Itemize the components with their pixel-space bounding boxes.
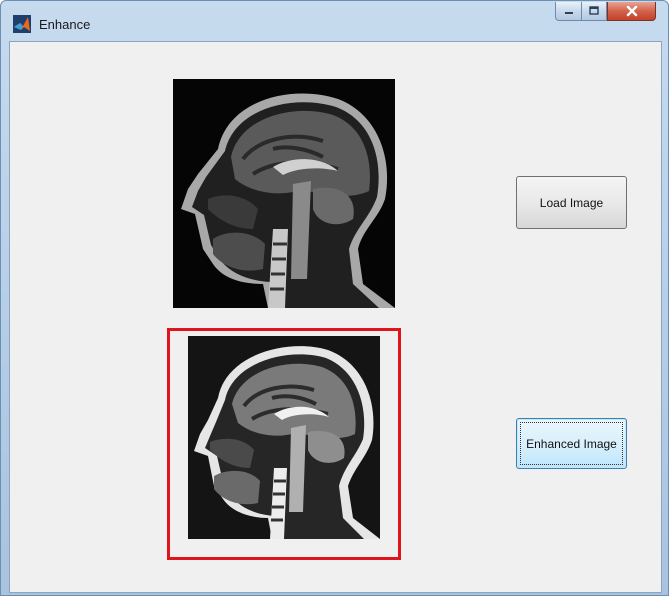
minimize-button[interactable]: [555, 2, 582, 21]
figure-panel: Load Image Enhanced Image: [9, 41, 662, 593]
window-title: Enhance: [39, 17, 91, 32]
matlab-logo-icon: [13, 15, 31, 33]
close-icon: [626, 5, 637, 17]
app-window: Enhance Load Image Enhanced Image: [0, 0, 669, 596]
enhanced-image-button[interactable]: Enhanced Image: [516, 418, 627, 469]
enhanced-image-highlight: [167, 328, 401, 560]
maximize-icon: [589, 6, 599, 15]
maximize-button[interactable]: [581, 2, 607, 21]
minimize-icon: [564, 12, 573, 14]
mri-scan-icon: [173, 79, 395, 308]
title-bar[interactable]: Enhance: [1, 1, 668, 41]
load-image-button[interactable]: Load Image: [516, 176, 627, 229]
original-image: [173, 79, 395, 308]
close-button[interactable]: [607, 2, 656, 21]
